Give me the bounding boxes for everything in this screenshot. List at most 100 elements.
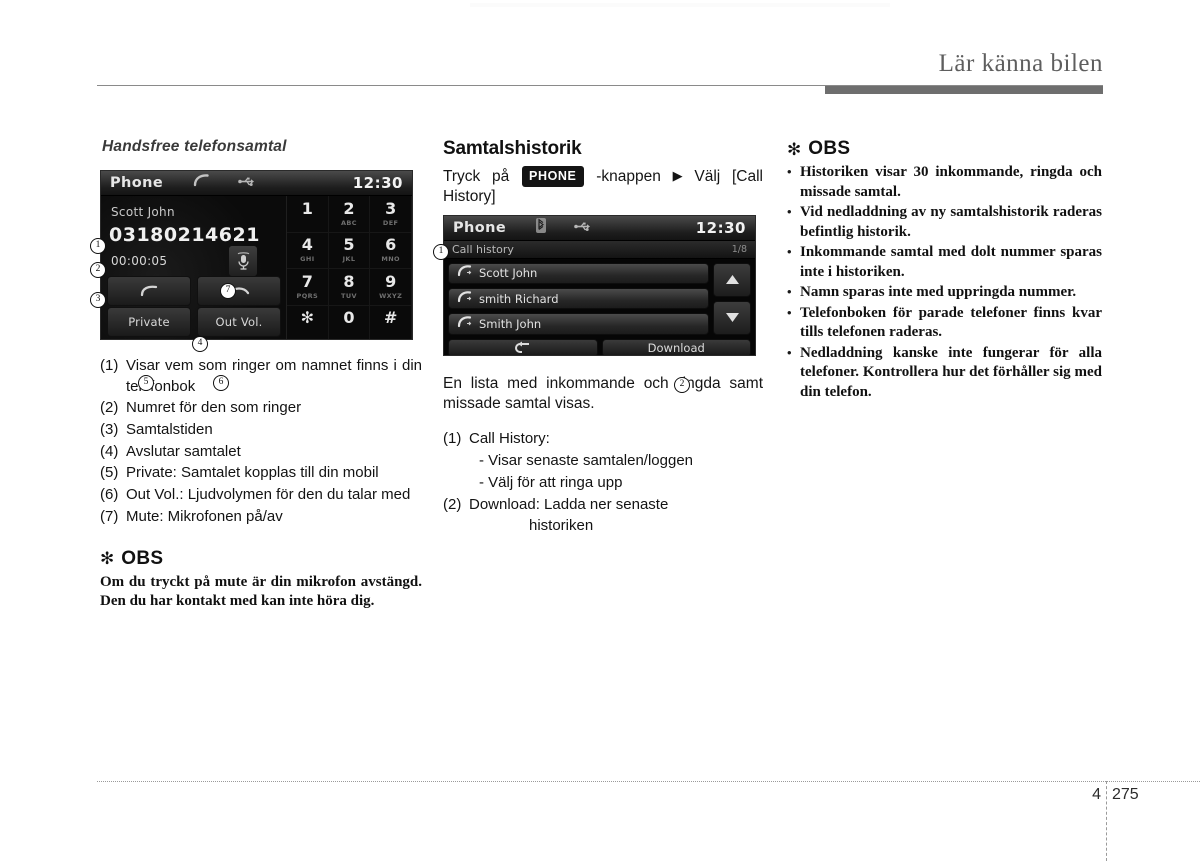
dialpad-key-digit: 1 — [301, 198, 313, 218]
callout-4: 4 — [192, 336, 208, 352]
caller-name: Scott John — [111, 205, 175, 219]
page-header: Lär känna bilen — [939, 50, 1103, 78]
download-button[interactable]: Download — [601, 338, 751, 355]
dialpad-key-1[interactable]: 1 — [287, 196, 329, 233]
statusbar-title: Phone — [110, 175, 164, 191]
list-item-text: Samtalstiden — [126, 421, 213, 439]
list-item-number — [443, 516, 469, 537]
note-bullet: • Telefonboken för parade telefoner finns… — [787, 304, 1102, 343]
note-title: OBS — [121, 547, 164, 569]
dialpad-key-9[interactable]: 9 WXYZ — [370, 269, 412, 306]
list-item-number: (6) — [100, 486, 119, 504]
call-history-entry[interactable]: Smith John — [448, 313, 709, 335]
note-block-call-history: ✻ OBS • Historiken visar 30 inkommande, r… — [787, 138, 1102, 402]
bullet-dot-icon: • — [787, 344, 792, 360]
call-history-entry-name: Scott John — [479, 266, 538, 281]
footer-divider — [97, 781, 1200, 783]
list-item: (2) Numret för den som ringer — [100, 398, 422, 419]
list-title: Call history — [452, 242, 514, 256]
note-bullet-list: • Historiken visar 30 inkommande, ringda … — [787, 163, 1102, 402]
page-top-accent — [470, 3, 890, 7]
call-history-scrollbar[interactable] — [713, 262, 751, 335]
arrow-up-icon[interactable] — [713, 262, 751, 297]
call-history-caption: En lista med inkommande och ringda samt … — [443, 374, 763, 412]
dialpad[interactable]: 1 2 ABC 3 DEF 4 GHI 5 JKL 6 MNO 7 PQRS 8 TUV 9 WXYZ ✻ 0 # — [286, 196, 412, 339]
dialpad-key-#[interactable]: # — [370, 305, 412, 339]
call-handset-icon — [193, 174, 210, 192]
dialpad-key-3[interactable]: 3 DEF — [370, 196, 412, 233]
callout-2: 2 — [90, 262, 106, 278]
bullet-dot-icon: • — [787, 244, 792, 259]
handsfree-screenshot-figure: Phone 12:30 Scott John 03180214621 00:00… — [90, 170, 422, 391]
usb-icon — [238, 174, 255, 192]
call-info-panel: Scott John 03180214621 00:00:05 Private … — [101, 196, 286, 339]
call-history-entry-name: Smith John — [479, 317, 542, 332]
callout-6: 6 — [213, 375, 229, 391]
dialpad-key-5[interactable]: 5 JKL — [328, 232, 371, 269]
dialpad-key-0[interactable]: 0 — [329, 305, 371, 339]
statusbar-clock: 12:30 — [695, 218, 746, 237]
list-item: (5) Private: Samtalet kopplas till din mo… — [100, 463, 422, 484]
callout-2: 2 — [674, 376, 690, 393]
dialpad-key-2[interactable]: 2 ABC — [328, 196, 371, 233]
list-item-number: (7) — [100, 507, 119, 525]
dialpad-key-digit: 5 — [343, 235, 355, 255]
chapter-number: 4 — [1092, 786, 1101, 803]
dialpad-key-8[interactable]: 8 TUV — [328, 269, 371, 306]
call-duration: 00:00:05 — [111, 254, 168, 268]
manual-page: Lär känna bilen Handsfree telefonsamtal … — [0, 0, 1200, 861]
mute-microphone-icon[interactable] — [229, 246, 257, 276]
dialpad-key-digit: 3 — [385, 198, 397, 218]
bluetooth-icon — [536, 217, 547, 238]
list-item-number: (5) — [100, 464, 119, 482]
list-item: historiken — [443, 516, 763, 537]
note-bullet: • Inkommande samtal med dolt nummer spara… — [787, 243, 1102, 282]
call-history-footer: Download — [444, 335, 755, 355]
asterisk-icon: ✻ — [787, 139, 802, 159]
outgoing-call-icon — [457, 315, 472, 333]
dialpad-key-6[interactable]: 6 MNO — [370, 232, 412, 269]
call-history-entry[interactable]: smith Richard — [448, 288, 709, 310]
note-block-mute: ✻ OBS Om du tryckt på mute är din mikrof… — [100, 548, 422, 612]
dialpad-key-letters: DEF — [382, 218, 399, 227]
dialpad-key-7[interactable]: 7 PQRS — [287, 269, 329, 306]
list-item-text: - Visar senaste samtalen/loggen — [479, 452, 694, 470]
arrow-right-icon: ▶ — [672, 168, 683, 183]
bullet-dot-icon: • — [787, 304, 792, 320]
outgoing-call-icon — [457, 290, 472, 308]
list-item: (1) Call History: — [443, 429, 763, 450]
end-call-button[interactable] — [197, 276, 281, 306]
dialpad-key-4[interactable]: 4 GHI — [287, 232, 329, 269]
note-bullet: • Historiken visar 30 inkommande, ringda … — [787, 163, 1102, 202]
list-item-text: Download: Ladda ner senaste — [469, 495, 669, 513]
out-volume-button[interactable]: Out Vol. — [197, 307, 281, 337]
list-item-number: (4) — [100, 442, 119, 460]
arrow-down-icon[interactable] — [713, 300, 751, 335]
list-item-text: - Välj för att ringa upp — [479, 473, 623, 491]
bullet-dot-icon: • — [787, 164, 792, 179]
dialpad-key-digit: 4 — [301, 235, 313, 255]
note-bullet: • Nedladdning kanske inte fungerar för al… — [787, 344, 1102, 403]
answer-call-button[interactable] — [107, 276, 191, 306]
active-call-body: Scott John 03180214621 00:00:05 Private … — [101, 196, 412, 339]
dialpad-key-digit: 0 — [343, 308, 355, 328]
caller-number: 03180214621 — [109, 224, 260, 246]
dialpad-key-letters: TUV — [341, 291, 357, 300]
list-item-text: Numret för den som ringer — [126, 399, 302, 417]
dialpad-key-digit: 2 — [343, 198, 355, 218]
dialpad-key-letters: ABC — [341, 218, 357, 227]
call-history-entry[interactable]: Scott John — [448, 262, 709, 285]
private-button[interactable]: Private — [107, 307, 191, 337]
dialpad-key-digit: 7 — [301, 271, 313, 291]
call-option-row: Private Out Vol. — [107, 307, 281, 337]
back-button[interactable] — [448, 338, 598, 355]
list-item-number: (2) — [100, 399, 119, 417]
list-item: - Välj för att ringa upp — [443, 473, 763, 494]
page-number: 275 — [1112, 786, 1139, 803]
statusbar-title: Phone — [453, 219, 507, 236]
note-bullet-text: Vid nedladdning av ny samtalshistorik ra… — [800, 204, 1102, 240]
list-item-text: Private: Samtalet kopplas till din mobil — [126, 464, 379, 482]
dialpad-key-✻[interactable]: ✻ — [287, 305, 329, 339]
list-item-text: Avslutar samtalet — [126, 442, 241, 460]
list-item: (3) Samtalstiden — [100, 420, 422, 441]
